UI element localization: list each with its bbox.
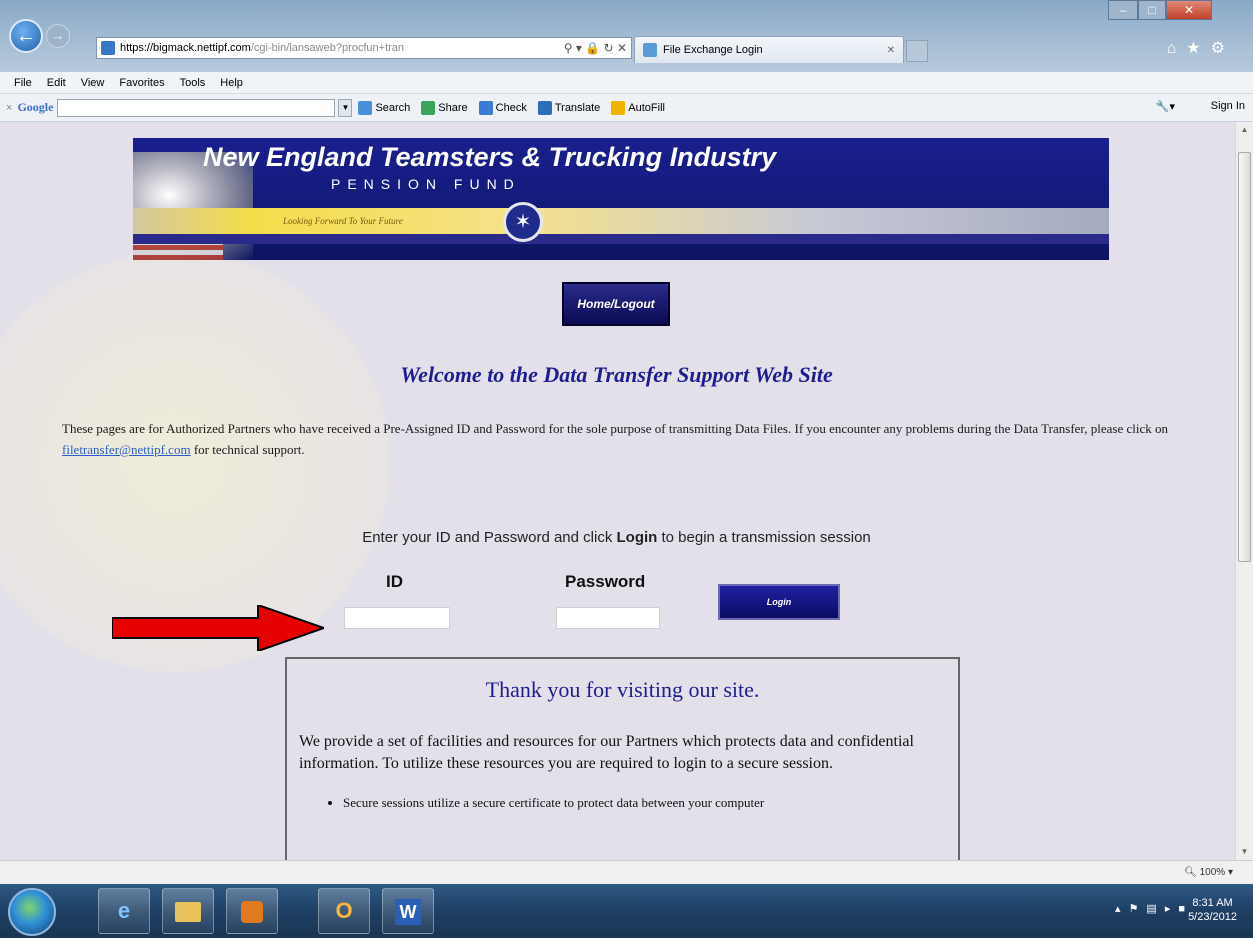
instruction-start: Enter your ID and Password and click: [362, 529, 617, 546]
menu-favorites[interactable]: Favorites: [119, 77, 164, 89]
media-player-icon[interactable]: [226, 888, 278, 934]
forward-button[interactable]: →: [46, 24, 70, 48]
toolbar-close-icon[interactable]: ×: [6, 102, 12, 114]
banner-navy-stripe: [133, 234, 1109, 244]
zoom-value: 100%: [1199, 867, 1226, 878]
id-label: ID: [386, 572, 403, 591]
new-tab-button[interactable]: [906, 40, 928, 62]
address-bar[interactable]: https://bigmack.nettipf.com /cgi-bin/lan…: [96, 37, 632, 59]
system-tray-icons[interactable]: ▴⚑▤▸■: [1115, 902, 1193, 915]
home-favorites-tools-icons[interactable]: ⌂★⚙: [1167, 38, 1235, 58]
teamsters-emblem-icon: ✶: [503, 202, 543, 242]
intro-text-start: These pages are for Authorized Partners …: [62, 421, 1168, 436]
minimize-button[interactable]: –: [1108, 0, 1138, 20]
thank-you-list: Secure sessions utilize a secure certifi…: [343, 795, 958, 811]
menu-file[interactable]: File: [14, 77, 32, 89]
file-explorer-icon[interactable]: [162, 888, 214, 934]
toolbar-check-label: Check: [495, 101, 527, 114]
thank-you-box: Thank you for visiting our site. We prov…: [285, 657, 960, 860]
sign-in-button[interactable]: Sign In: [1211, 100, 1245, 112]
menu-tools[interactable]: Tools: [180, 77, 206, 89]
thank-you-heading: Thank you for visiting our site.: [485, 677, 760, 702]
tab-close-icon[interactable]: ✕: [887, 45, 895, 56]
internet-explorer-icon[interactable]: e: [98, 888, 150, 934]
login-instructions: Enter your ID and Password and click Log…: [0, 529, 1233, 546]
windows-taskbar: e O W ▴⚑▤▸■ 8:31 AM 5/23/2012: [0, 884, 1253, 938]
toolbar-autofill[interactable]: AutoFill: [611, 100, 665, 115]
menu-bar: File Edit View Favorites Tools Help: [0, 72, 1253, 94]
banner-tagline: Looking Forward To Your Future: [283, 216, 403, 226]
wrench-icon[interactable]: 🔧▾: [1156, 100, 1175, 113]
toolbar-share-label: Share: [438, 101, 468, 114]
clock-time: 8:31 AM: [1192, 897, 1233, 909]
login-button[interactable]: Login: [718, 584, 840, 620]
close-window-button[interactable]: ✕: [1166, 0, 1212, 20]
page-icon: [101, 41, 115, 55]
password-input[interactable]: [556, 607, 660, 629]
list-item: Secure sessions utilize a secure certifi…: [343, 795, 958, 811]
zoom-level[interactable]: 🔍︎ 100% ▾: [1184, 867, 1233, 878]
toolbar-translate-label: Translate: [554, 101, 601, 114]
thank-you-paragraph: We provide a set of facilities and resou…: [299, 733, 914, 772]
menu-view[interactable]: View: [81, 77, 105, 89]
google-search-input[interactable]: [57, 98, 336, 117]
start-button[interactable]: [8, 888, 56, 936]
address-tools-icons[interactable]: ⚲ ▾ 🔒 ↻ ✕: [564, 41, 627, 55]
url-path: /cgi-bin/lansaweb?procfun+tran: [250, 42, 405, 54]
toolbar-translate[interactable]: Translate: [537, 100, 601, 115]
window-controls: – □ ✕: [1108, 0, 1248, 20]
google-logo: Google: [17, 100, 54, 114]
site-banner: New England Teamsters & Trucking Industr…: [133, 138, 1109, 260]
scrollbar-thumb[interactable]: [1238, 152, 1251, 562]
google-toolbar: × Google ▼ Search Share Check Translate …: [0, 94, 1253, 122]
search-dropdown-icon[interactable]: ▼: [338, 98, 353, 117]
red-arrow-annotation: [112, 605, 324, 651]
clock-date: 5/23/2012: [1188, 911, 1237, 923]
intro-text-end: for technical support.: [190, 442, 305, 457]
page-viewport: New England Teamsters & Trucking Industr…: [0, 122, 1253, 860]
instruction-login-word: Login: [616, 529, 658, 546]
word-icon[interactable]: W: [382, 888, 434, 934]
maximize-button[interactable]: □: [1138, 0, 1166, 20]
toolbar-search[interactable]: Search: [358, 100, 411, 115]
support-email-link[interactable]: filetransfer@nettipf.com: [62, 442, 191, 457]
browser-title-bar: ← → https://bigmack.nettipf.com /cgi-bin…: [0, 0, 1253, 72]
outlook-icon[interactable]: O: [318, 888, 370, 934]
vertical-scrollbar[interactable]: ▲ ▼: [1235, 122, 1253, 860]
scroll-up-icon[interactable]: ▲: [1236, 122, 1253, 138]
toolbar-share[interactable]: Share: [421, 100, 468, 115]
taskbar-clock[interactable]: 8:31 AM 5/23/2012: [1188, 896, 1237, 924]
banner-subtitle: PENSION FUND: [331, 176, 521, 192]
tab-title: File Exchange Login: [663, 44, 763, 56]
banner-title: New England Teamsters & Trucking Industr…: [203, 142, 777, 172]
tab-file-exchange-login[interactable]: File Exchange Login ✕: [634, 36, 904, 63]
menu-edit[interactable]: Edit: [47, 77, 66, 89]
back-button[interactable]: ←: [9, 19, 43, 53]
banner-gold-stripe: [133, 208, 1109, 234]
intro-text: These pages are for Authorized Partners …: [62, 418, 1172, 460]
instruction-end: to begin a transmission session: [657, 529, 871, 546]
red-arrow-shape: [112, 605, 324, 651]
toolbar-search-label: Search: [375, 101, 411, 114]
scroll-down-icon[interactable]: ▼: [1236, 844, 1253, 860]
toolbar-autofill-label: AutoFill: [628, 101, 665, 114]
url-host: https://bigmack.nettipf.com: [120, 42, 251, 54]
toolbar-check[interactable]: Check: [478, 100, 527, 115]
password-label: Password: [565, 572, 646, 591]
menu-help[interactable]: Help: [220, 77, 243, 89]
id-input[interactable]: [344, 607, 450, 629]
tab-icon: [643, 43, 657, 57]
status-bar: 🔍︎ 100% ▾: [0, 860, 1253, 884]
home-logout-button[interactable]: Home/Logout: [562, 282, 670, 326]
welcome-heading: Welcome to the Data Transfer Support Web…: [400, 362, 833, 387]
